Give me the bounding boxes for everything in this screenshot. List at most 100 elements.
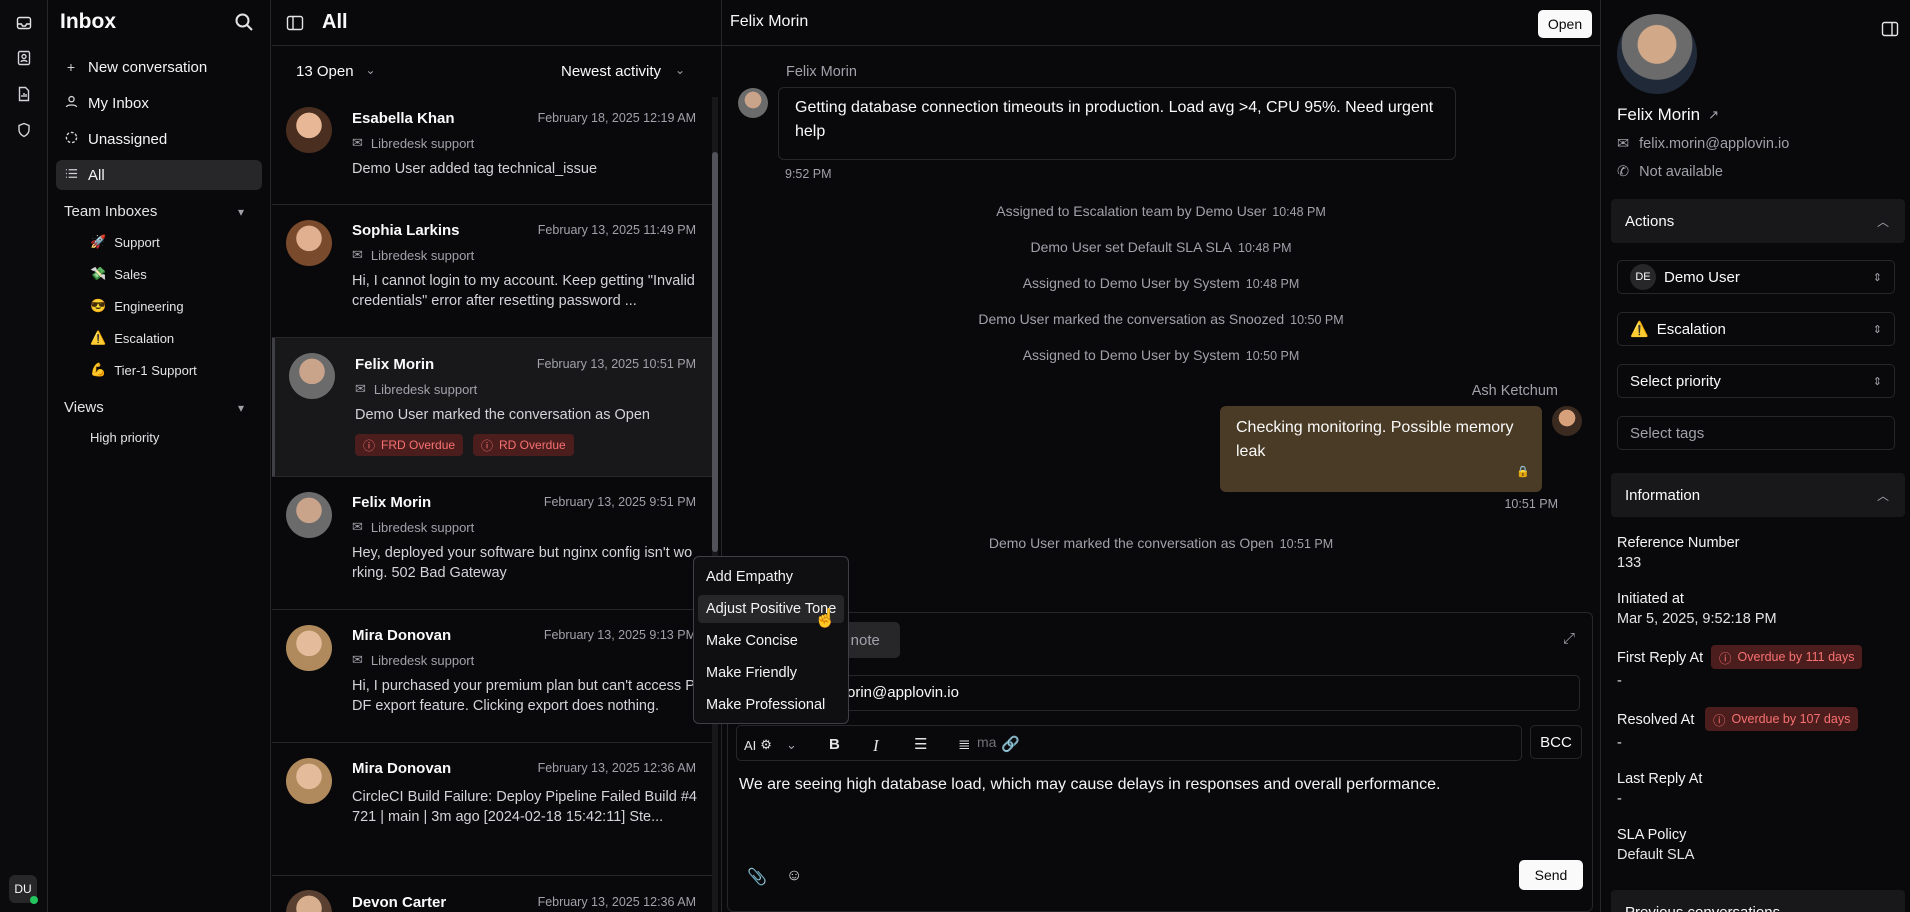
conversation-date: February 13, 2025 9:51 PM [543,495,696,509]
sort-dropdown[interactable]: Newest activity ⌄ [561,63,685,80]
activity-time: 10:51 PM [1279,537,1334,551]
sidebar-item-unassigned[interactable]: Unassigned [56,124,262,154]
numbered-list-icon[interactable]: ≣ [958,735,971,753]
scrollbar-thumb[interactable] [712,152,718,552]
last-reply-value: - [1617,791,1622,807]
activity-item: Assigned to Demo User by System 10:48 PM [722,275,1600,291]
attachment-icon[interactable]: 📎 [747,867,767,887]
contact-email-row: ✉ felix.morin@applovin.io [1617,136,1789,152]
team-inboxes-heading[interactable]: Team Inboxes [64,203,157,220]
reports-icon[interactable] [14,84,34,104]
contact-panel: Felix Morin ↗ ✉ felix.morin@applovin.io ✆ N… [1600,0,1910,912]
first-reply-label: First Reply At [1617,650,1704,666]
status-filter-dropdown[interactable]: 13 Open ⌄ [296,63,376,80]
resolved-overdue-badge: ⓘ Overdue by 107 days [1705,707,1859,731]
team-select[interactable]: ⚠️ Escalation ⇕ [1617,312,1895,346]
menu-item-make-friendly[interactable]: Make Friendly [698,659,844,687]
mail-icon: ✉ [352,135,363,150]
link-icon[interactable]: 🔗 [1001,735,1020,753]
sidebar-team-engineering[interactable]: 😎 Engineering [90,298,184,314]
assignee-select[interactable]: DE Demo User ⇕ [1617,260,1895,294]
select-arrows-icon: ⇕ [1872,271,1882,284]
sidebar-item-my-inbox[interactable]: My Inbox [56,88,262,118]
bullet-list-icon[interactable]: ☰ [914,735,927,753]
conversation-item[interactable]: Felix Morin February 13, 2025 9:51 PM ✉ L… [272,477,712,610]
chevron-up-icon: ︿ [1876,488,1889,503]
to-field-value: orin@applovin.io [847,684,959,701]
conversation-item[interactable]: Mira Donovan February 13, 2025 12:36 AM … [272,743,712,876]
ai-menu-button[interactable]: AI ⚙ ⌄ [744,737,797,753]
conversation-item-selected[interactable]: Felix Morin February 13, 2025 10:51 PM ✉… [272,338,712,477]
cc-field[interactable]: ma [736,725,1522,761]
reply-body-input[interactable]: We are seeing high database load, which … [739,776,1579,794]
conversation-item[interactable]: Sophia Larkins February 13, 2025 11:49 P… [272,205,712,338]
sidebar-item-label: All [88,166,105,184]
app: DU Inbox + New conversation My Inbox Una… [0,0,1910,912]
sidebar-team-tier1-support[interactable]: 💪 Tier-1 Support [90,362,197,378]
sidebar-team-escalation[interactable]: ⚠️ Escalation [90,330,174,346]
sidebar-view-high-priority[interactable]: High priority [90,430,159,445]
status-open-button[interactable]: Open [1538,10,1592,38]
bold-button[interactable]: B [829,736,840,753]
list-title: All [322,11,348,33]
contact-phone-row: ✆ Not available [1617,164,1723,180]
bcc-button[interactable]: BCC [1530,725,1582,759]
list-scrollbar[interactable] [712,97,718,912]
mail-icon: ✉ [355,381,366,396]
sidebar-team-support[interactable]: 🚀 Support [90,234,160,250]
activity-time: 10:48 PM [1245,277,1300,291]
sidebar-team-sales[interactable]: 💸 Sales [90,266,147,282]
activity-text: Assigned to Escalation team by Demo User [996,203,1267,219]
expand-icon[interactable]: ⤢ [1563,630,1575,647]
dashed-circle-icon [64,131,78,147]
ai-rewrite-menu: Add Empathy Adjust Positive Tone Make Co… [693,556,849,724]
previous-conversations-header[interactable]: Previous conversations [1611,890,1905,912]
toggle-sidebar-icon[interactable] [286,14,304,36]
assignee-name: Demo User [1664,268,1740,286]
shield-icon[interactable] [14,120,34,140]
new-conversation-button[interactable]: + New conversation [56,52,262,82]
information-section-header[interactable]: Information ︿ [1611,473,1905,517]
menu-item-add-empathy[interactable]: Add Empathy [698,563,844,591]
inbox-name: Libredesk support [370,135,475,151]
team-emoji: 💸 [90,266,107,281]
conversation-item[interactable]: Devon Carter February 13, 2025 12:36 AM [272,876,712,912]
toggle-panel-icon[interactable] [1881,20,1899,42]
tags-select[interactable]: Select tags [1617,416,1895,450]
message-time: 9:52 PM [785,167,832,181]
mail-icon: ✉ [352,247,363,262]
inbox-label: ✉ Libredesk support [352,652,474,668]
search-icon[interactable] [234,12,256,34]
team-emoji: ⚠️ [90,330,107,345]
sidebar-item-label: New conversation [88,58,208,76]
conversation-preview: Demo User added tag technical_issue [352,161,598,177]
italic-button[interactable]: I [873,736,879,756]
external-link-icon[interactable]: ↗ [1708,107,1719,123]
priority-select[interactable]: Select priority ⇕ [1617,364,1895,398]
emoji-icon[interactable]: ☺ [786,867,802,885]
to-field[interactable]: orin@applovin.io [736,675,1580,711]
sla-value: Default SLA [1617,847,1695,863]
chevron-down-icon[interactable]: ▾ [238,401,244,415]
views-heading[interactable]: Views [64,399,104,416]
menu-item-make-professional[interactable]: Make Professional [698,691,844,719]
chevron-down-icon[interactable]: ▾ [238,205,244,219]
send-button[interactable]: Send [1519,860,1583,890]
conversation-item[interactable]: Esabella Khan February 18, 2025 12:19 AM… [272,97,712,205]
section-title: Previous conversations [1625,903,1781,912]
contacts-icon[interactable] [14,48,34,68]
lock-icon: 🔒 [1516,466,1530,478]
contact-phone: Not available [1639,164,1723,180]
menu-item-make-concise[interactable]: Make Concise [698,627,844,655]
activity-text: Demo User marked the conversation as Sno… [978,311,1285,327]
sidebar-item-all[interactable]: All [56,160,262,190]
list-icon [64,167,78,183]
inbox-icon[interactable] [14,13,34,33]
assignee-avatar: DE [1630,264,1656,290]
message-text: Checking monitoring. Possible memory lea… [1236,419,1514,460]
conversation-preview: Demo User marked the conversation as Ope… [355,407,650,423]
mouse-cursor-icon: ☝ [814,608,837,628]
conversation-item[interactable]: Mira Donovan February 13, 2025 9:13 PM ✉… [272,610,712,743]
actions-section-header[interactable]: Actions ︿ [1611,199,1905,243]
activity-time: 10:48 PM [1272,205,1326,219]
